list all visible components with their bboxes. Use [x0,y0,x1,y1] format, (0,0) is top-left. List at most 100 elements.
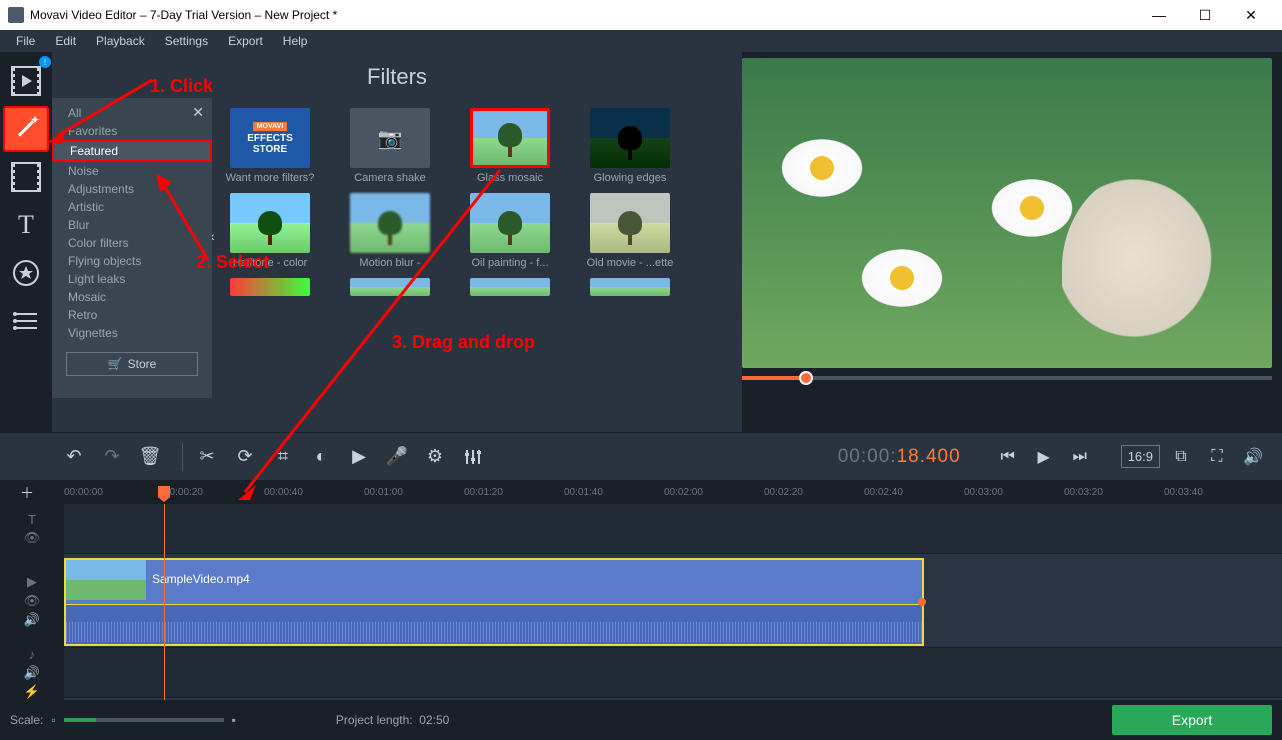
volume-button[interactable]: 🔊 [1238,442,1268,472]
filter-item-camera-shake[interactable]: 📷 Camera shake [340,108,440,185]
scale-slider[interactable] [64,718,224,722]
tool-stickers[interactable] [3,250,49,296]
panel-title: Filters [52,52,742,98]
minimize-button[interactable]: — [1136,0,1182,30]
preview-video[interactable] [742,58,1272,368]
delete-button[interactable]: 🗑 [132,439,168,475]
clip-handle[interactable] [918,598,926,606]
film-icon [11,66,41,96]
maximize-button[interactable]: ☐ [1182,0,1228,30]
cat-all[interactable]: All [52,104,212,122]
menu-help[interactable]: Help [273,31,318,51]
add-track-button[interactable]: ＋ [20,483,34,503]
playhead[interactable] [164,504,165,700]
cart-icon: 🛒 [108,357,123,371]
notification-badge: ! [39,56,51,68]
menu-playback[interactable]: Playback [86,31,155,51]
menu-settings[interactable]: Settings [155,31,218,51]
cut-button[interactable]: ✂ [189,439,225,475]
close-categories-icon[interactable]: ✕ [192,104,204,121]
preview-content [752,118,892,218]
tool-import[interactable]: ! [3,58,49,104]
track-labels: T 👁 ▶ 👁🔊 ♪ 🔊⚡ [0,504,64,700]
cat-vignettes[interactable]: Vignettes [52,324,212,342]
audio-track[interactable] [64,648,1282,698]
filter-item-motion-blur[interactable]: Motion blur - [340,193,440,270]
scrubber-handle[interactable] [799,371,813,385]
project-length: Project length: 02:50 [336,713,449,727]
cat-mosaic[interactable]: Mosaic [52,288,212,306]
tool-filters[interactable] [3,106,49,152]
menu-file[interactable]: File [6,31,45,51]
tool-titles[interactable]: T [3,202,49,248]
equalizer-button[interactable] [455,439,491,475]
cat-blur[interactable]: Blur [52,216,212,234]
clip-thumbnail [66,560,146,600]
title-track[interactable] [64,504,1282,554]
aspect-ratio-button[interactable]: 16:9 [1121,445,1160,468]
filter-item-halftone[interactable]: Halftone - color [220,193,320,270]
timecode: 00:00:18.400 [838,445,961,468]
export-button[interactable]: Export [1112,705,1272,735]
next-frame-button[interactable]: ⏭ [1065,442,1095,472]
settings-button[interactable]: ⚙ [417,439,453,475]
cat-favorites[interactable]: Favorites [52,122,212,140]
video-track[interactable]: SampleVideo.mp4 [64,554,1282,648]
redo-button[interactable]: ↷ [94,439,130,475]
tool-transitions[interactable] [3,154,49,200]
rotate-button[interactable]: ⟳ [227,439,263,475]
filter-thumb [470,278,550,296]
filter-thumb [230,193,310,253]
star-circle-icon [12,259,40,287]
audio-waveform [66,604,922,644]
filter-thumb [590,108,670,168]
cat-adjustments[interactable]: Adjustments [52,180,212,198]
zoom-out-icon[interactable]: ▫ [51,713,55,727]
cat-retro[interactable]: Retro [52,306,212,324]
video-track-label[interactable]: ▶ 👁🔊 [0,554,64,648]
clip-props-button[interactable]: ▶ [341,439,377,475]
cat-color-filters[interactable]: Color filters [52,234,212,252]
filter-item-glass-mosaic[interactable]: Glass mosaic [460,108,560,185]
video-clip[interactable]: SampleVideo.mp4 [64,558,924,646]
filter-item-oil-painting[interactable]: Oil painting - f... [460,193,560,270]
filter-item-glowing-edges[interactable]: Glowing edges [580,108,680,185]
zoom-in-icon[interactable]: ▪ [232,713,236,727]
filter-thumb [350,193,430,253]
filter-item-old-movie[interactable]: Old movie - ...ette [580,193,680,270]
cat-featured[interactable]: Featured [52,140,212,162]
prev-frame-button[interactable]: ⏮ [993,442,1023,472]
record-audio-button[interactable]: 🎤 [379,439,415,475]
timeline-ruler[interactable]: ＋ 00:00:00 00:00:20 00:00:40 00:01:00 00… [0,480,1282,504]
cat-noise[interactable]: Noise [52,162,212,180]
fullscreen-button[interactable]: ⛶ [1202,442,1232,472]
detach-button[interactable]: ⧉ [1166,442,1196,472]
cat-light-leaks[interactable]: Light leaks [52,270,212,288]
preview-content [1062,168,1242,368]
menu-edit[interactable]: Edit [45,31,86,51]
cat-artistic[interactable]: Artistic [52,198,212,216]
window-titlebar: Movavi Video Editor – 7-Day Trial Versio… [0,0,1282,30]
filter-grid: ‹ MOVAVIEFFECTS STORE Want more filters?… [212,98,742,398]
filter-thumb [350,278,430,296]
cat-flying-objects[interactable]: Flying objects [52,252,212,270]
left-toolbar: ! T [0,52,52,432]
undo-button[interactable]: ↶ [56,439,92,475]
preview-scrubber[interactable] [742,376,1272,380]
collapse-icon[interactable]: ‹ [212,228,215,244]
filter-item-store[interactable]: MOVAVIEFFECTS STORE Want more filters? [220,108,320,185]
tool-more[interactable] [3,298,49,344]
title-track-label[interactable]: T 👁 [0,504,64,554]
transitions-icon [11,162,41,192]
app-icon [8,7,24,23]
store-button[interactable]: 🛒 Store [66,352,198,376]
window-title: Movavi Video Editor – 7-Day Trial Versio… [30,8,337,22]
close-button[interactable]: ✕ [1228,0,1274,30]
timeline: ＋ 00:00:00 00:00:20 00:00:40 00:01:00 00… [0,480,1282,700]
play-button[interactable]: ▶ [1029,442,1059,472]
crop-button[interactable]: ⌗ [265,439,301,475]
menu-export[interactable]: Export [218,31,273,51]
sliders-icon [464,448,482,466]
color-button[interactable]: ◐ [303,439,339,475]
audio-track-label[interactable]: ♪ 🔊⚡ [0,648,64,698]
